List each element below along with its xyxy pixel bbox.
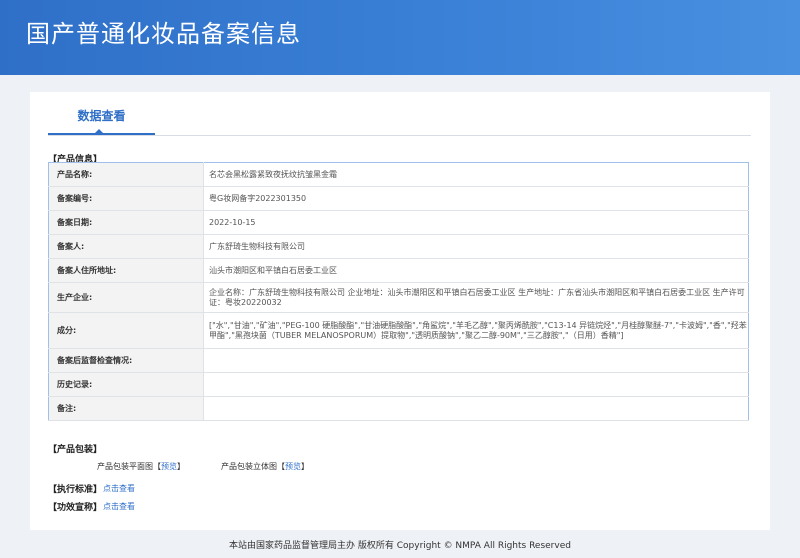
row-value: 名芯会黑松露紧致夜抚纹抗皱黑金霜 xyxy=(203,162,749,187)
table-row: 备案后监督检查情况: xyxy=(48,348,749,373)
page-header: 国产普通化妆品备案信息 xyxy=(0,0,800,75)
packaging-section-label: 【产品包装】 xyxy=(48,445,103,455)
row-label: 备案后监督检查情况: xyxy=(48,348,204,373)
row-value xyxy=(203,372,749,397)
table-row: 备案人: 广东舒琦生物科技有限公司 xyxy=(48,234,749,259)
claims-view-link[interactable]: 点击查看 xyxy=(103,501,135,512)
row-value xyxy=(203,396,749,421)
table-row: 历史记录: xyxy=(48,372,749,397)
table-row: 备案编号: 粤G妆网备字2022301350 xyxy=(48,186,749,211)
row-label: 历史记录: xyxy=(48,372,204,397)
packaging-solid-preview-link[interactable]: 预览 xyxy=(285,462,301,471)
table-row: 成分: ["水","甘油","矿油","PEG-100 硬脂酸酯","甘油硬脂酸… xyxy=(48,312,749,349)
row-value: ["水","甘油","矿油","PEG-100 硬脂酸酯","甘油硬脂酸酯","… xyxy=(203,312,749,349)
standard-section-label: 【执行标准】 xyxy=(48,485,103,495)
page-title: 国产普通化妆品备案信息 xyxy=(26,20,301,48)
packaging-solid-label: 产品包装立体图 xyxy=(221,462,277,471)
row-value: 企业名称：广东舒琦生物科技有限公司 企业地址：汕头市潮阳区和平镇白石居委工业区 … xyxy=(203,282,749,313)
table-row: 备案日期: 2022-10-15 xyxy=(48,210,749,235)
standard-view-link[interactable]: 点击查看 xyxy=(103,483,135,494)
row-label: 生产企业: xyxy=(48,282,204,313)
row-label: 备案人住所地址: xyxy=(48,258,204,283)
table-row: 生产企业: 企业名称：广东舒琦生物科技有限公司 企业地址：汕头市潮阳区和平镇白石… xyxy=(48,282,749,313)
row-value: 2022-10-15 xyxy=(203,210,749,235)
tab-bar: 数据查看 xyxy=(48,92,751,136)
row-value xyxy=(203,348,749,373)
row-label: 备案人: xyxy=(48,234,204,259)
table-row: 产品名称: 名芯会黑松露紧致夜抚纹抗皱黑金霜 xyxy=(48,162,749,187)
row-label: 备案编号: xyxy=(48,186,204,211)
packaging-flat-preview-link[interactable]: 预览 xyxy=(161,462,177,471)
row-value: 汕头市潮阳区和平镇白石居委工业区 xyxy=(203,258,749,283)
claims-section-label: 【功效宣称】 xyxy=(48,503,103,513)
row-label: 备注: xyxy=(48,396,204,421)
row-label: 产品名称: xyxy=(48,162,204,187)
packaging-solid: 产品包装立体图【预览】 xyxy=(221,462,309,471)
page-footer: 本站由国家药品监督管理局主办 版权所有 Copyright © NMPA All… xyxy=(229,541,571,551)
row-value: 粤G妆网备字2022301350 xyxy=(203,186,749,211)
table-row: 备案人住所地址: 汕头市潮阳区和平镇白石居委工业区 xyxy=(48,258,749,283)
product-info-table: 产品名称: 名芯会黑松露紧致夜抚纹抗皱黑金霜 备案编号: 粤G妆网备字20223… xyxy=(48,162,749,421)
tab-indicator-arrow xyxy=(94,129,104,134)
row-label: 备案日期: xyxy=(48,210,204,235)
row-label: 成分: xyxy=(48,312,204,349)
packaging-flat-label: 产品包装平面图 xyxy=(97,462,153,471)
content-card: 数据查看 【产品信息】 产品名称: 名芯会黑松露紧致夜抚纹抗皱黑金霜 备案编号:… xyxy=(30,92,770,530)
row-value: 广东舒琦生物科技有限公司 xyxy=(203,234,749,259)
packaging-flat: 产品包装平面图【预览】 xyxy=(97,462,185,471)
table-row: 备注: xyxy=(48,396,749,421)
